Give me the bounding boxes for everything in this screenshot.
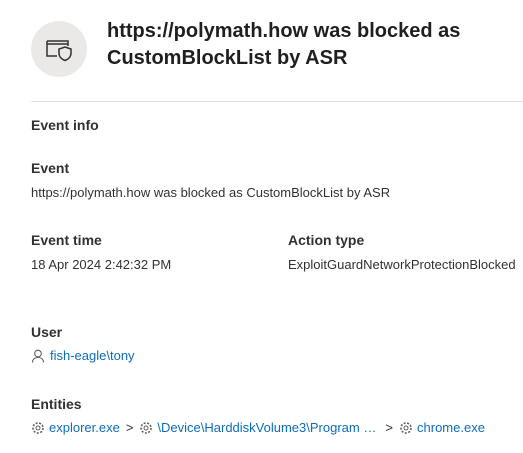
entity-name[interactable]: \Device\HarddiskVolume3\Program Files\Go… [157,417,379,439]
entity-item[interactable]: explorer.exe [31,417,120,439]
action-type-label: Action type [288,232,365,248]
event-value: https://polymath.how was blocked as Cust… [31,185,391,200]
gear-icon [139,421,153,435]
entity-item[interactable]: \Device\HarddiskVolume3\Program Files\Go… [139,417,379,439]
page-title: https://polymath.how was blocked as Cust… [107,20,461,69]
entity-name[interactable]: explorer.exe [49,417,120,439]
event-time-label: Event time [31,232,102,248]
event-time-value: 18 Apr 2024 2:42:32 PM [31,257,172,272]
user-name[interactable]: fish-eagle\tony [50,345,135,367]
entity-separator: > [385,420,394,435]
section-title: Event info [31,117,99,133]
user-label: User [31,324,63,340]
action-type-value: ExploitGuardNetworkProtectionBlocked [288,257,516,272]
entity-separator: > [125,420,134,435]
gear-icon [31,421,45,435]
user-link[interactable]: fish-eagle\tony [31,345,135,367]
person-icon [31,349,45,363]
entity-name[interactable]: chrome.exe [417,417,485,439]
event-header: https://polymath.how was blocked as Cust… [31,18,523,84]
event-label: Event [31,160,70,176]
entities-chain: explorer.exe > \Device\HarddiskVolume3\P… [31,417,485,439]
header-divider [31,101,523,102]
shield-window-icon [31,21,87,77]
gear-icon [399,421,413,435]
entities-label: Entities [31,396,82,412]
entity-item[interactable]: chrome.exe [399,417,485,439]
